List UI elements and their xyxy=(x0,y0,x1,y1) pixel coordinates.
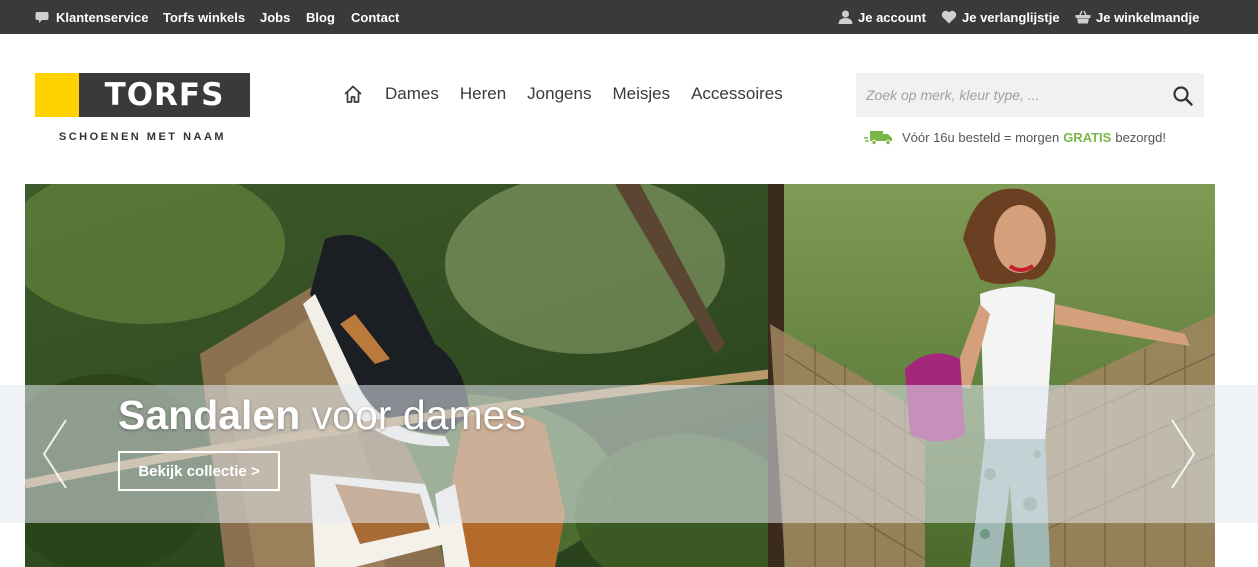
topbar-link-label: Contact xyxy=(351,9,400,25)
basket-icon xyxy=(1075,10,1091,24)
logo-dark-block: TORFS xyxy=(79,73,250,117)
user-icon xyxy=(838,10,853,24)
hero-title-rest: voor dames xyxy=(311,392,526,438)
logo-wordmark: TORFS xyxy=(104,77,225,113)
home-icon[interactable] xyxy=(343,84,363,104)
wishlist-label: Je verlanglijstje xyxy=(962,9,1060,25)
topbar-link-label: Klantenservice xyxy=(56,9,149,25)
wishlist-link[interactable]: Je verlanglijstje xyxy=(941,0,1060,34)
topbar-link-torfs-winkels[interactable]: Torfs winkels xyxy=(163,0,245,34)
topbar-link-label: Blog xyxy=(306,9,335,25)
chat-icon xyxy=(35,11,49,23)
logo-tagline: SCHOENEN MET NAAM xyxy=(58,131,227,143)
account-label: Je account xyxy=(858,9,926,25)
delivery-note: Vóór 16u besteld = morgen GRATIS bezorgd… xyxy=(864,128,1166,146)
chevron-left-icon[interactable] xyxy=(40,418,70,490)
main-nav: Dames Heren Jongens Meisjes Accessoires xyxy=(343,82,804,106)
nav-item-meisjes[interactable]: Meisjes xyxy=(612,84,670,104)
topbar-link-label: Torfs winkels xyxy=(163,9,246,25)
nav-item-jongens[interactable]: Jongens xyxy=(527,84,591,104)
account-link[interactable]: Je account xyxy=(838,0,926,34)
delivery-text-before: Vóór 16u besteld = morgen xyxy=(902,129,1060,145)
delivery-text-after: bezorgd! xyxy=(1115,129,1166,145)
nav-item-dames[interactable]: Dames xyxy=(385,84,439,104)
search-icon[interactable] xyxy=(1172,85,1194,107)
top-bar: Klantenservice Torfs winkels Jobs Blog C… xyxy=(0,0,1258,34)
nav-item-heren[interactable]: Heren xyxy=(460,84,506,104)
view-collection-button[interactable]: Bekijk collectie > xyxy=(118,451,280,491)
hero-title-bold: Sandalen xyxy=(118,392,301,438)
torfs-logo[interactable]: TORFS xyxy=(35,73,250,117)
topbar-link-contact[interactable]: Contact xyxy=(351,0,399,34)
cart-link[interactable]: Je winkelmandje xyxy=(1075,0,1199,34)
topbar-link-blog[interactable]: Blog xyxy=(306,0,335,34)
search-box xyxy=(856,73,1204,117)
cart-label: Je winkelmandje xyxy=(1096,9,1200,25)
topbar-link-jobs[interactable]: Jobs xyxy=(260,0,290,34)
topbar-link-klantenservice[interactable]: Klantenservice xyxy=(35,0,149,34)
search-input[interactable] xyxy=(856,73,1156,117)
delivery-gratis: GRATIS xyxy=(1063,129,1112,145)
truck-icon xyxy=(864,131,892,145)
heart-icon xyxy=(941,10,957,24)
logo-yellow-block xyxy=(35,73,79,117)
hero-title: Sandalen voor dames xyxy=(118,392,526,439)
nav-item-accessoires[interactable]: Accessoires xyxy=(691,84,783,104)
topbar-link-label: Jobs xyxy=(260,9,291,25)
chevron-right-icon[interactable] xyxy=(1168,418,1198,490)
